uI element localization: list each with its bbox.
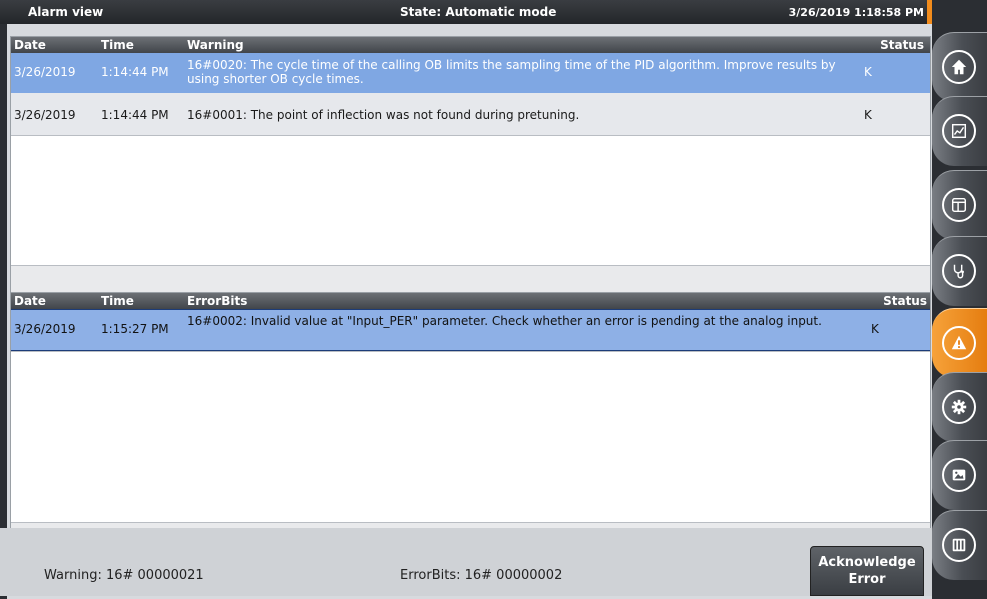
errorbits-code: ErrorBits: 16# 00000002 — [400, 568, 563, 583]
nav-alarm-button[interactable] — [932, 308, 987, 378]
cell-date: 3/26/2019 — [14, 65, 76, 79]
cell-message: 16#0002: Invalid value at "Input_PER" pa… — [187, 314, 822, 328]
acknowledge-error-button[interactable]: Acknowledge Error — [810, 546, 924, 596]
nav-home-button[interactable] — [932, 32, 987, 102]
trend-icon — [942, 114, 976, 148]
cell-time: 1:14:44 PM — [101, 108, 169, 122]
nav-keypad-button[interactable] — [932, 510, 987, 580]
image-icon — [942, 458, 976, 492]
page-title: Alarm view — [28, 5, 104, 19]
nav-layout-button[interactable] — [932, 170, 987, 240]
cell-date: 3/26/2019 — [14, 108, 76, 122]
error-table-header: Date Time ErrorBits Status — [11, 293, 930, 309]
warning-table-body: 3/26/2019 1:14:44 PM 16#0020: The cycle … — [11, 53, 930, 292]
col-date[interactable]: Date — [14, 294, 46, 308]
main-panel: Date Time Warning Status 3/26/2019 1:14:… — [7, 24, 932, 599]
nav-diagnostics-button[interactable] — [932, 236, 987, 306]
acknowledge-label: Acknowledge — [818, 555, 916, 570]
alarm-icon — [942, 326, 976, 360]
col-time[interactable]: Time — [101, 38, 134, 52]
table-row[interactable]: 3/26/2019 1:15:27 PM 16#0002: Invalid va… — [11, 309, 930, 351]
warning-code: Warning: 16# 00000021 — [44, 568, 204, 583]
warning-alarm-view: Date Time Warning Status 3/26/2019 1:14:… — [10, 36, 931, 293]
table-row[interactable]: 3/26/2019 1:14:44 PM 16#0020: The cycle … — [11, 53, 930, 93]
col-status[interactable]: Status — [880, 38, 924, 52]
cell-message: 16#0001: The point of inflection was not… — [187, 108, 580, 122]
cell-time: 1:15:27 PM — [101, 322, 169, 336]
cell-status: K — [864, 108, 872, 122]
warning-footer-band — [11, 265, 930, 292]
col-warning[interactable]: Warning — [187, 38, 244, 52]
cell-message: 16#0020: The cycle time of the calling O… — [187, 58, 836, 86]
error-label: Error — [848, 572, 886, 587]
state-label: State: Automatic mode — [400, 5, 557, 19]
nav-trend-button[interactable] — [932, 96, 987, 166]
col-errorbits[interactable]: ErrorBits — [187, 294, 247, 308]
keypad-icon — [942, 528, 976, 562]
datetime-label: 3/26/2019 1:18:58 PM — [788, 6, 924, 19]
error-table-body: 3/26/2019 1:15:27 PM 16#0002: Invalid va… — [11, 309, 930, 549]
col-time[interactable]: Time — [101, 294, 134, 308]
table-row[interactable]: 3/26/2019 1:14:44 PM 16#0001: The point … — [11, 93, 930, 135]
errorbits-alarm-view: Date Time ErrorBits Status 3/26/2019 1:1… — [10, 292, 931, 550]
status-bar: Warning: 16# 00000021 ErrorBits: 16# 000… — [0, 528, 932, 596]
warning-empty-area — [11, 135, 930, 266]
cell-status: K — [864, 65, 872, 79]
error-empty-area — [11, 351, 930, 523]
nav-image-button[interactable] — [932, 440, 987, 510]
cell-status: K — [871, 322, 879, 336]
nav-settings-button[interactable] — [932, 372, 987, 442]
cell-date: 3/26/2019 — [14, 322, 76, 336]
side-nav — [932, 0, 987, 596]
gear-icon — [942, 390, 976, 424]
layout-icon — [942, 188, 976, 222]
cell-time: 1:14:44 PM — [101, 65, 169, 79]
home-icon — [942, 50, 976, 84]
col-status[interactable]: Status — [883, 294, 927, 308]
stethoscope-icon — [942, 254, 976, 288]
warning-table-header: Date Time Warning Status — [11, 37, 930, 53]
col-date[interactable]: Date — [14, 38, 46, 52]
header-bar: Alarm view State: Automatic mode 3/26/20… — [0, 0, 932, 30]
